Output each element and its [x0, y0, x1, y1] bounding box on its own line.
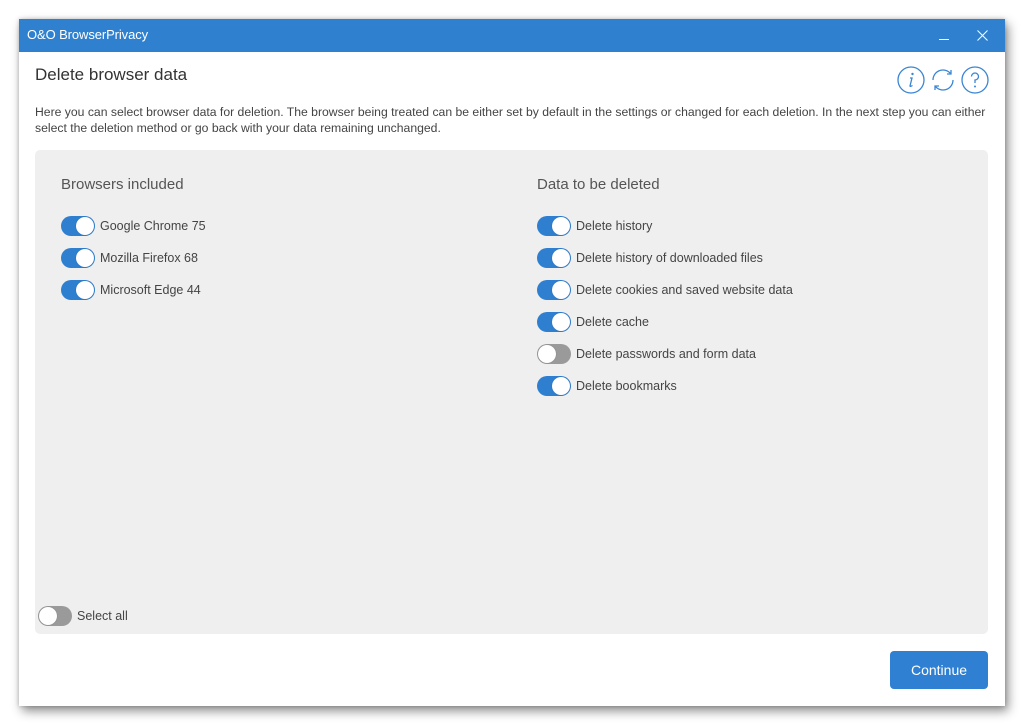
toggle-knob: [39, 607, 57, 625]
data-title: Data to be deleted: [537, 176, 660, 193]
toggle-option[interactable]: Delete cache: [537, 306, 793, 338]
app-title: O&O BrowserPrivacy: [27, 27, 149, 42]
toggle-option[interactable]: Delete passwords and form data: [537, 338, 793, 370]
toggle-knob: [552, 313, 570, 331]
select-all-switch[interactable]: [38, 606, 72, 626]
toggle-label: Delete history: [576, 219, 653, 233]
toggle-knob: [552, 249, 570, 267]
toggle-option[interactable]: Delete bookmarks: [537, 370, 793, 402]
help-icon[interactable]: [960, 65, 990, 95]
toggle-label: Google Chrome 75: [100, 219, 206, 233]
select-all-toggle[interactable]: Select all: [38, 600, 128, 632]
refresh-icon[interactable]: [928, 65, 958, 95]
close-button[interactable]: [965, 19, 999, 52]
toggle-switch[interactable]: [61, 280, 95, 300]
toggle-knob: [76, 281, 94, 299]
toggle-switch[interactable]: [537, 216, 571, 236]
options-panel: Browsers included Google Chrome 75 Mozill…: [35, 150, 988, 634]
minimize-icon: [939, 39, 949, 40]
data-list: Delete history Delete history of download…: [537, 210, 793, 402]
toggle-label: Delete history of downloaded files: [576, 251, 763, 265]
minimize-button[interactable]: [927, 19, 961, 52]
toggle-switch[interactable]: [61, 216, 95, 236]
toggle-option[interactable]: Delete history of downloaded files: [537, 242, 793, 274]
toggle-option[interactable]: Google Chrome 75: [61, 210, 206, 242]
toggle-knob: [552, 217, 570, 235]
toggle-option[interactable]: Mozilla Firefox 68: [61, 242, 206, 274]
description-text: Here you can select browser data for del…: [35, 105, 986, 135]
toggle-option[interactable]: Microsoft Edge 44: [61, 274, 206, 306]
toggle-knob: [76, 249, 94, 267]
page-title: Delete browser data: [35, 65, 188, 84]
toggle-option[interactable]: Delete cookies and saved website data: [537, 274, 793, 306]
browsers-section: Browsers included Google Chrome 75 Mozill…: [61, 176, 206, 306]
toggle-label: Delete passwords and form data: [576, 347, 756, 361]
toggle-label: Delete cookies and saved website data: [576, 283, 793, 297]
info-icon[interactable]: [896, 65, 926, 95]
continue-button[interactable]: Continue: [890, 651, 988, 689]
toggle-switch[interactable]: [537, 248, 571, 268]
toggle-label: Delete cache: [576, 315, 649, 329]
browser-list: Google Chrome 75 Mozilla Firefox 68 Micros…: [61, 210, 206, 306]
browsers-title: Browsers included: [61, 176, 184, 193]
toggle-switch[interactable]: [61, 248, 95, 268]
select-all-label: Select all: [77, 609, 128, 623]
app-window: O&O BrowserPrivacy Delete browser data H…: [19, 19, 1005, 706]
toggle-knob: [76, 217, 94, 235]
toggle-switch[interactable]: [537, 312, 571, 332]
toggle-label: Microsoft Edge 44: [100, 283, 201, 297]
toggle-label: Delete bookmarks: [576, 379, 677, 393]
toggle-option[interactable]: Delete history: [537, 210, 793, 242]
toggle-knob: [538, 345, 556, 363]
toggle-switch[interactable]: [537, 344, 571, 364]
toggle-label: Mozilla Firefox 68: [100, 251, 198, 265]
toggle-switch[interactable]: [537, 280, 571, 300]
close-icon: [976, 30, 988, 41]
data-section: Data to be deleted Delete history Delete …: [537, 176, 793, 402]
toggle-knob: [552, 377, 570, 395]
header-icons: [896, 65, 990, 95]
toggle-knob: [552, 281, 570, 299]
toggle-switch[interactable]: [537, 376, 571, 396]
title-bar: O&O BrowserPrivacy: [19, 19, 1005, 52]
